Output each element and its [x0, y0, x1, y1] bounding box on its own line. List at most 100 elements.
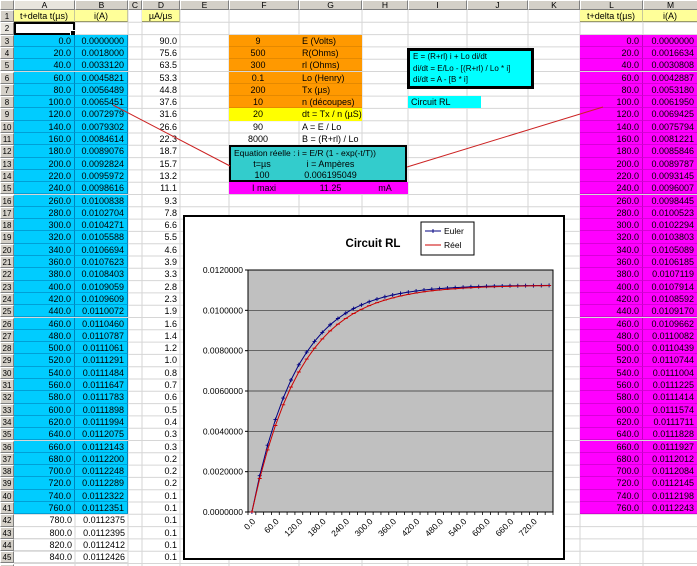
row-header-23[interactable]: 23: [0, 280, 14, 293]
cell-B43[interactable]: 0.0112395: [75, 527, 128, 539]
cell-B30[interactable]: 0.0111484: [75, 366, 128, 379]
row-header-9[interactable]: 9: [0, 108, 14, 121]
cell-B45[interactable]: 0.0112426: [75, 551, 128, 564]
cell-F4[interactable]: 500: [229, 46, 299, 60]
cell-D35[interactable]: 0.3: [142, 428, 180, 440]
cell-L4[interactable]: 20.0: [580, 46, 643, 60]
cell-A8[interactable]: 100.0: [14, 96, 75, 109]
row-header-8[interactable]: 8: [0, 96, 14, 109]
cell-A5[interactable]: 40.0: [14, 59, 75, 72]
cell-A40[interactable]: 740.0: [14, 489, 75, 502]
cell-A27[interactable]: 480.0: [14, 329, 75, 343]
cell-A16[interactable]: 260.0: [14, 194, 75, 207]
cell-A9[interactable]: 120.0: [14, 108, 75, 121]
cell-L28[interactable]: 500.0: [580, 342, 643, 355]
cell-B7[interactable]: 0.0056489: [75, 83, 128, 97]
column-header-F[interactable]: F: [229, 0, 299, 10]
chart-legend[interactable]: Euler Réel: [420, 221, 475, 256]
cell-B10[interactable]: 0.0079302: [75, 120, 128, 133]
row-header-40[interactable]: 40: [0, 489, 14, 502]
cell-D21[interactable]: 3.9: [142, 256, 180, 268]
cell-M27[interactable]: 0.0110082: [643, 329, 697, 343]
active-cell-A2[interactable]: [14, 22, 76, 36]
cell-M22[interactable]: 0.0107119: [643, 268, 697, 281]
cell-M5[interactable]: 0.0030808: [643, 59, 697, 72]
cell-B39[interactable]: 0.0112289: [75, 477, 128, 490]
cell-M12[interactable]: 0.0085846: [643, 145, 697, 158]
cell-B23[interactable]: 0.0109059: [75, 280, 128, 293]
cell-M38[interactable]: 0.0112084: [643, 465, 697, 478]
cell-L16[interactable]: 260.0: [580, 194, 643, 207]
column-header-A[interactable]: A: [14, 0, 75, 10]
circuit-rl-label[interactable]: Circuit RL: [408, 96, 481, 109]
cell-B41[interactable]: 0.0112351: [75, 502, 128, 515]
cell-A39[interactable]: 720.0: [14, 477, 75, 490]
cell-M40[interactable]: 0.0112198: [643, 489, 697, 502]
column-header-C[interactable]: C: [128, 0, 142, 10]
cell-M25[interactable]: 0.0109170: [643, 305, 697, 318]
row-header-21[interactable]: 21: [0, 256, 14, 269]
cell-D11[interactable]: 22.3: [142, 133, 180, 145]
cell-L19[interactable]: 320.0: [580, 231, 643, 244]
cell-D10[interactable]: 26.6: [142, 121, 180, 133]
imaxi-value[interactable]: 11.25: [299, 182, 362, 194]
cell-M24[interactable]: 0.0108592: [643, 292, 697, 306]
row-header-36[interactable]: 36: [0, 440, 14, 453]
cell-A45[interactable]: 840.0: [14, 551, 75, 564]
cell-F10[interactable]: 90: [229, 121, 299, 133]
cell-D27[interactable]: 1.4: [142, 330, 180, 342]
row-header-2[interactable]: 2: [0, 22, 14, 35]
cell-L1[interactable]: t+delta t(µs): [580, 10, 643, 23]
column-header-B[interactable]: B: [75, 0, 128, 10]
cell-B38[interactable]: 0.0112248: [75, 465, 128, 478]
cell-D45[interactable]: 0.1: [142, 551, 180, 563]
cell-A19[interactable]: 320.0: [14, 231, 75, 244]
cell-L12[interactable]: 180.0: [580, 145, 643, 158]
cell-D36[interactable]: 0.3: [142, 441, 180, 453]
row-header-26[interactable]: 26: [0, 317, 14, 330]
cell-B26[interactable]: 0.0110460: [75, 317, 128, 330]
cell-M30[interactable]: 0.0111004: [643, 366, 697, 379]
cell-A44[interactable]: 820.0: [14, 539, 75, 552]
cell-M13[interactable]: 0.0089787: [643, 157, 697, 170]
cell-B4[interactable]: 0.0018000: [75, 46, 128, 60]
column-header-H[interactable]: H: [362, 0, 408, 10]
cell-B24[interactable]: 0.0109609: [75, 292, 128, 306]
cell-B9[interactable]: 0.0072979: [75, 108, 128, 121]
cell-L9[interactable]: 120.0: [580, 108, 643, 121]
cell-D19[interactable]: 5.5: [142, 231, 180, 243]
row-header-37[interactable]: 37: [0, 452, 14, 466]
cell-L40[interactable]: 740.0: [580, 489, 643, 502]
cell-G6[interactable]: Lo (Henry): [299, 71, 362, 84]
cell-M10[interactable]: 0.0075794: [643, 120, 697, 133]
row-header-14[interactable]: 14: [0, 169, 14, 183]
column-header-I[interactable]: I: [408, 0, 467, 10]
cell-A36[interactable]: 660.0: [14, 440, 75, 453]
row-header-24[interactable]: 24: [0, 292, 14, 306]
row-header-7[interactable]: 7: [0, 83, 14, 97]
cell-M16[interactable]: 0.0098445: [643, 194, 697, 207]
cell-L36[interactable]: 660.0: [580, 440, 643, 453]
cell-B17[interactable]: 0.0102704: [75, 206, 128, 220]
cell-L13[interactable]: 200.0: [580, 157, 643, 170]
row-header-45[interactable]: 45: [0, 551, 14, 564]
cell-D15[interactable]: 11.1: [142, 182, 180, 194]
cell-L34[interactable]: 620.0: [580, 415, 643, 429]
cell-L21[interactable]: 360.0: [580, 256, 643, 269]
cell-L31[interactable]: 560.0: [580, 379, 643, 392]
row-header-20[interactable]: 20: [0, 243, 14, 256]
cell-D7[interactable]: 44.8: [142, 84, 180, 96]
cell-A26[interactable]: 460.0: [14, 317, 75, 330]
cell-D6[interactable]: 53.3: [142, 72, 180, 84]
cell-M18[interactable]: 0.0102294: [643, 219, 697, 232]
row-header-34[interactable]: 34: [0, 415, 14, 429]
cell-B28[interactable]: 0.0111061: [75, 342, 128, 355]
cell-L17[interactable]: 280.0: [580, 206, 643, 220]
cell-B35[interactable]: 0.0112075: [75, 428, 128, 441]
row-header-41[interactable]: 41: [0, 502, 14, 515]
cell-B13[interactable]: 0.0092824: [75, 157, 128, 170]
cell-L11[interactable]: 160.0: [580, 133, 643, 146]
cell-A30[interactable]: 540.0: [14, 366, 75, 379]
cell-D39[interactable]: 0.2: [142, 477, 180, 489]
row-header-17[interactable]: 17: [0, 206, 14, 220]
